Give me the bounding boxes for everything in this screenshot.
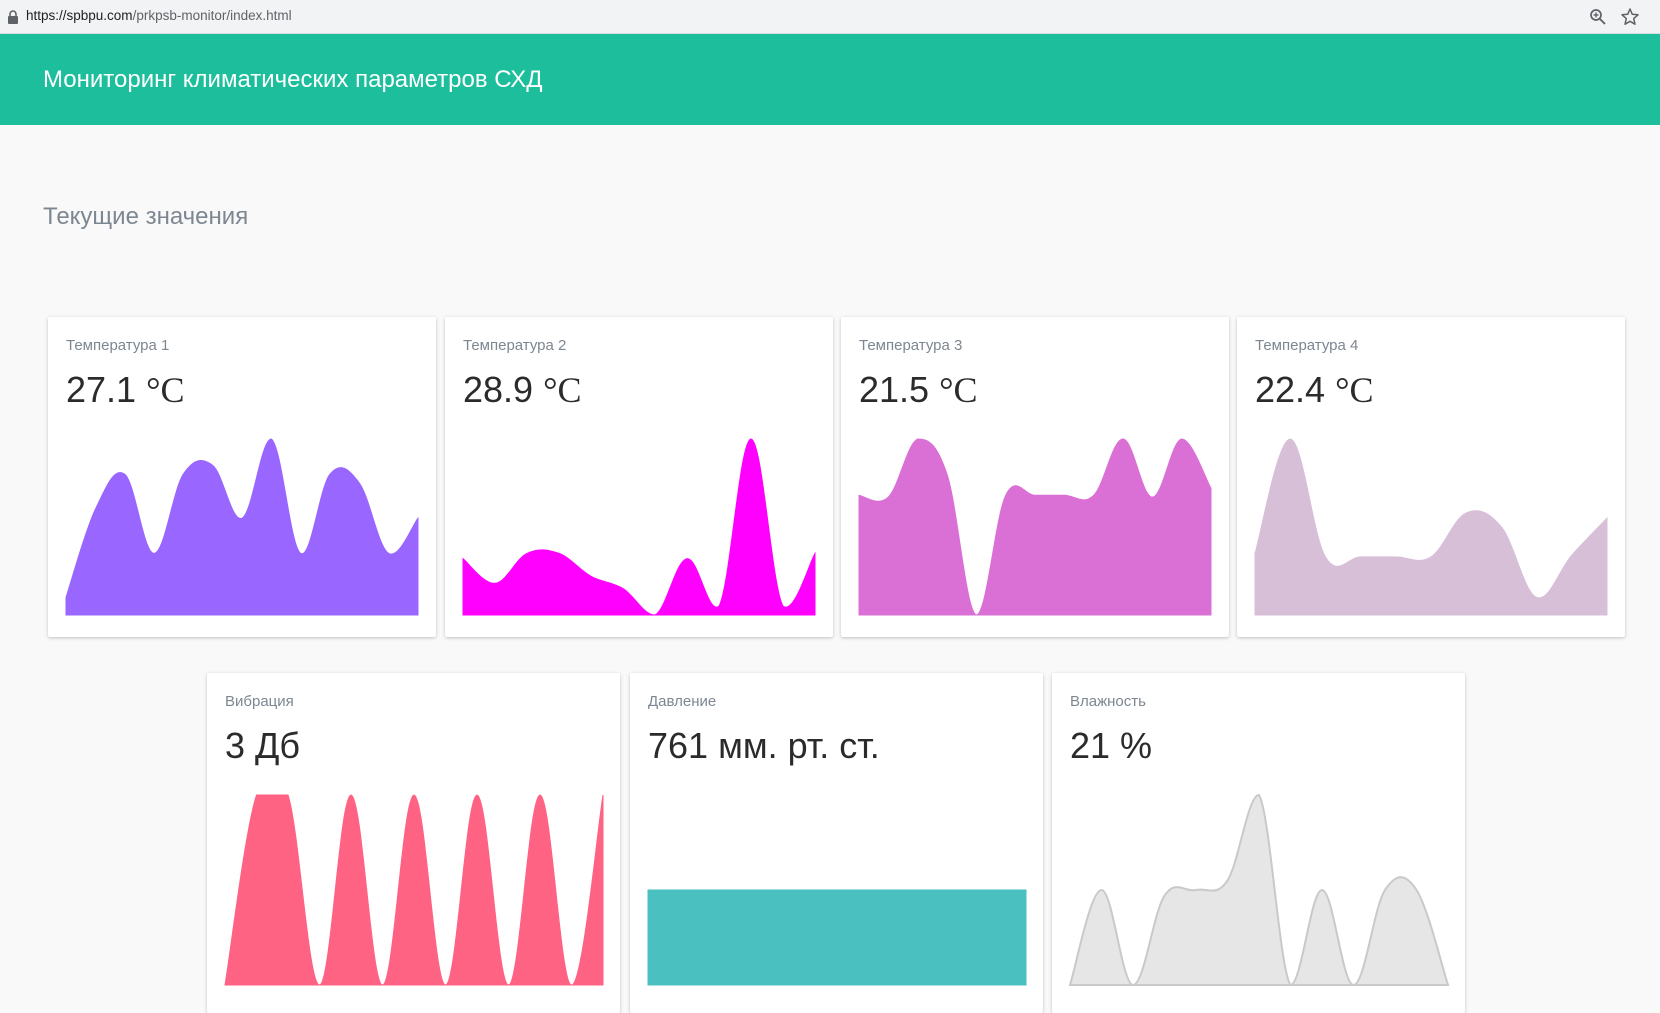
app-title: Мониторинг климатических параметров СХД [43, 66, 543, 93]
browser-address-bar[interactable]: https://spbpu.com/prkpsb-monitor/index.h… [0, 0, 1660, 34]
series-area [858, 438, 1212, 616]
card-value: 22.4 °C [1255, 369, 1374, 411]
value-number: 28.9 [463, 369, 534, 410]
series-area [647, 889, 1027, 986]
card-value: 21.5 °C [859, 369, 978, 411]
lock-icon [8, 10, 18, 24]
sparkline-chart [1068, 793, 1450, 987]
card-humidity: Влажность 21 % [1052, 673, 1465, 1013]
app-header: Мониторинг климатических параметров СХД [0, 34, 1660, 125]
value-unit: °C [146, 370, 185, 410]
card-label: Температура 4 [1255, 337, 1359, 354]
sparkline-chart [462, 438, 816, 616]
card-temperature-2: Температура 2 28.9 °C [445, 317, 833, 637]
series-area [65, 438, 419, 616]
sparkline-chart [65, 438, 419, 616]
sparkline-chart [1254, 438, 1608, 616]
series-area [462, 438, 816, 616]
card-temperature-1: Температура 1 27.1 °C [48, 317, 436, 637]
card-value: 28.9 °C [463, 369, 582, 411]
card-value: 21 % [1070, 725, 1153, 766]
series-area [1254, 438, 1608, 616]
card-value: 761 мм. рт. ст. [648, 725, 880, 766]
url-domain: https://spbpu.com [26, 8, 133, 23]
sparkline-chart [858, 438, 1212, 616]
sparkline-chart [224, 794, 604, 986]
card-label: Температура 3 [859, 337, 963, 354]
url-path: /prkpsb-monitor/index.html [132, 8, 292, 23]
card-label: Давление [648, 693, 717, 710]
section-title: Текущие значения [43, 203, 249, 230]
star-icon[interactable] [1620, 7, 1640, 27]
card-temperature-3: Температура 3 21.5 °C [841, 317, 1229, 637]
url-text[interactable]: https://spbpu.com/prkpsb-monitor/index.h… [26, 8, 292, 23]
value-number: 27.1 [66, 369, 137, 410]
series-area [224, 794, 604, 986]
card-value: 27.1 °C [66, 369, 185, 411]
value-unit: °C [543, 370, 582, 410]
value-number: 21.5 [859, 369, 930, 410]
card-label: Температура 2 [463, 337, 567, 354]
card-label: Температура 1 [66, 337, 170, 354]
card-vibration: Вибрация 3 Дб [207, 673, 620, 1013]
card-temperature-4: Температура 4 22.4 °C [1237, 317, 1625, 637]
card-pressure: Давление 761 мм. рт. ст. [630, 673, 1043, 1013]
bar-chart [647, 889, 1027, 986]
value-unit: °C [939, 370, 978, 410]
card-value: 3 Дб [225, 725, 301, 766]
zoom-icon[interactable] [1589, 8, 1607, 26]
value-number: 22.4 [1255, 369, 1326, 410]
value-unit: °C [1335, 370, 1374, 410]
series-area [1068, 793, 1450, 987]
card-label: Вибрация [225, 693, 294, 710]
card-label: Влажность [1070, 693, 1146, 710]
